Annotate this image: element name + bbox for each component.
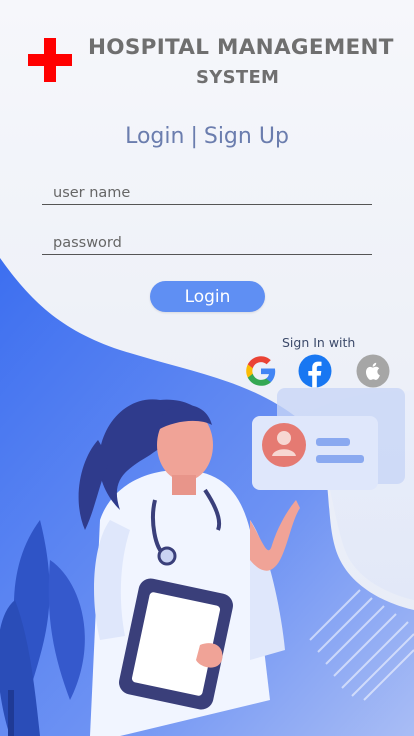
auth-tabs: Login | Sign Up bbox=[0, 124, 414, 149]
apple-icon[interactable] bbox=[356, 354, 390, 388]
facebook-icon[interactable] bbox=[298, 354, 332, 388]
password-input[interactable] bbox=[42, 233, 372, 255]
login-screen: HOSPITAL MANAGEMENT SYSTEM Login | Sign Up… bbox=[0, 0, 414, 736]
red-cross-logo-icon bbox=[28, 38, 72, 82]
app-subtitle: SYSTEM bbox=[196, 67, 280, 88]
tab-login[interactable]: Login bbox=[125, 124, 184, 149]
nurse-illustration bbox=[0, 258, 414, 736]
app-title: HOSPITAL MANAGEMENT bbox=[88, 35, 394, 60]
tab-signup[interactable]: Sign Up bbox=[204, 124, 289, 149]
sign-in-with-label: Sign In with bbox=[282, 335, 356, 350]
google-icon[interactable] bbox=[244, 354, 278, 388]
tab-separator: | bbox=[190, 124, 198, 149]
username-input[interactable] bbox=[42, 183, 372, 205]
login-button[interactable]: Login bbox=[150, 281, 265, 312]
